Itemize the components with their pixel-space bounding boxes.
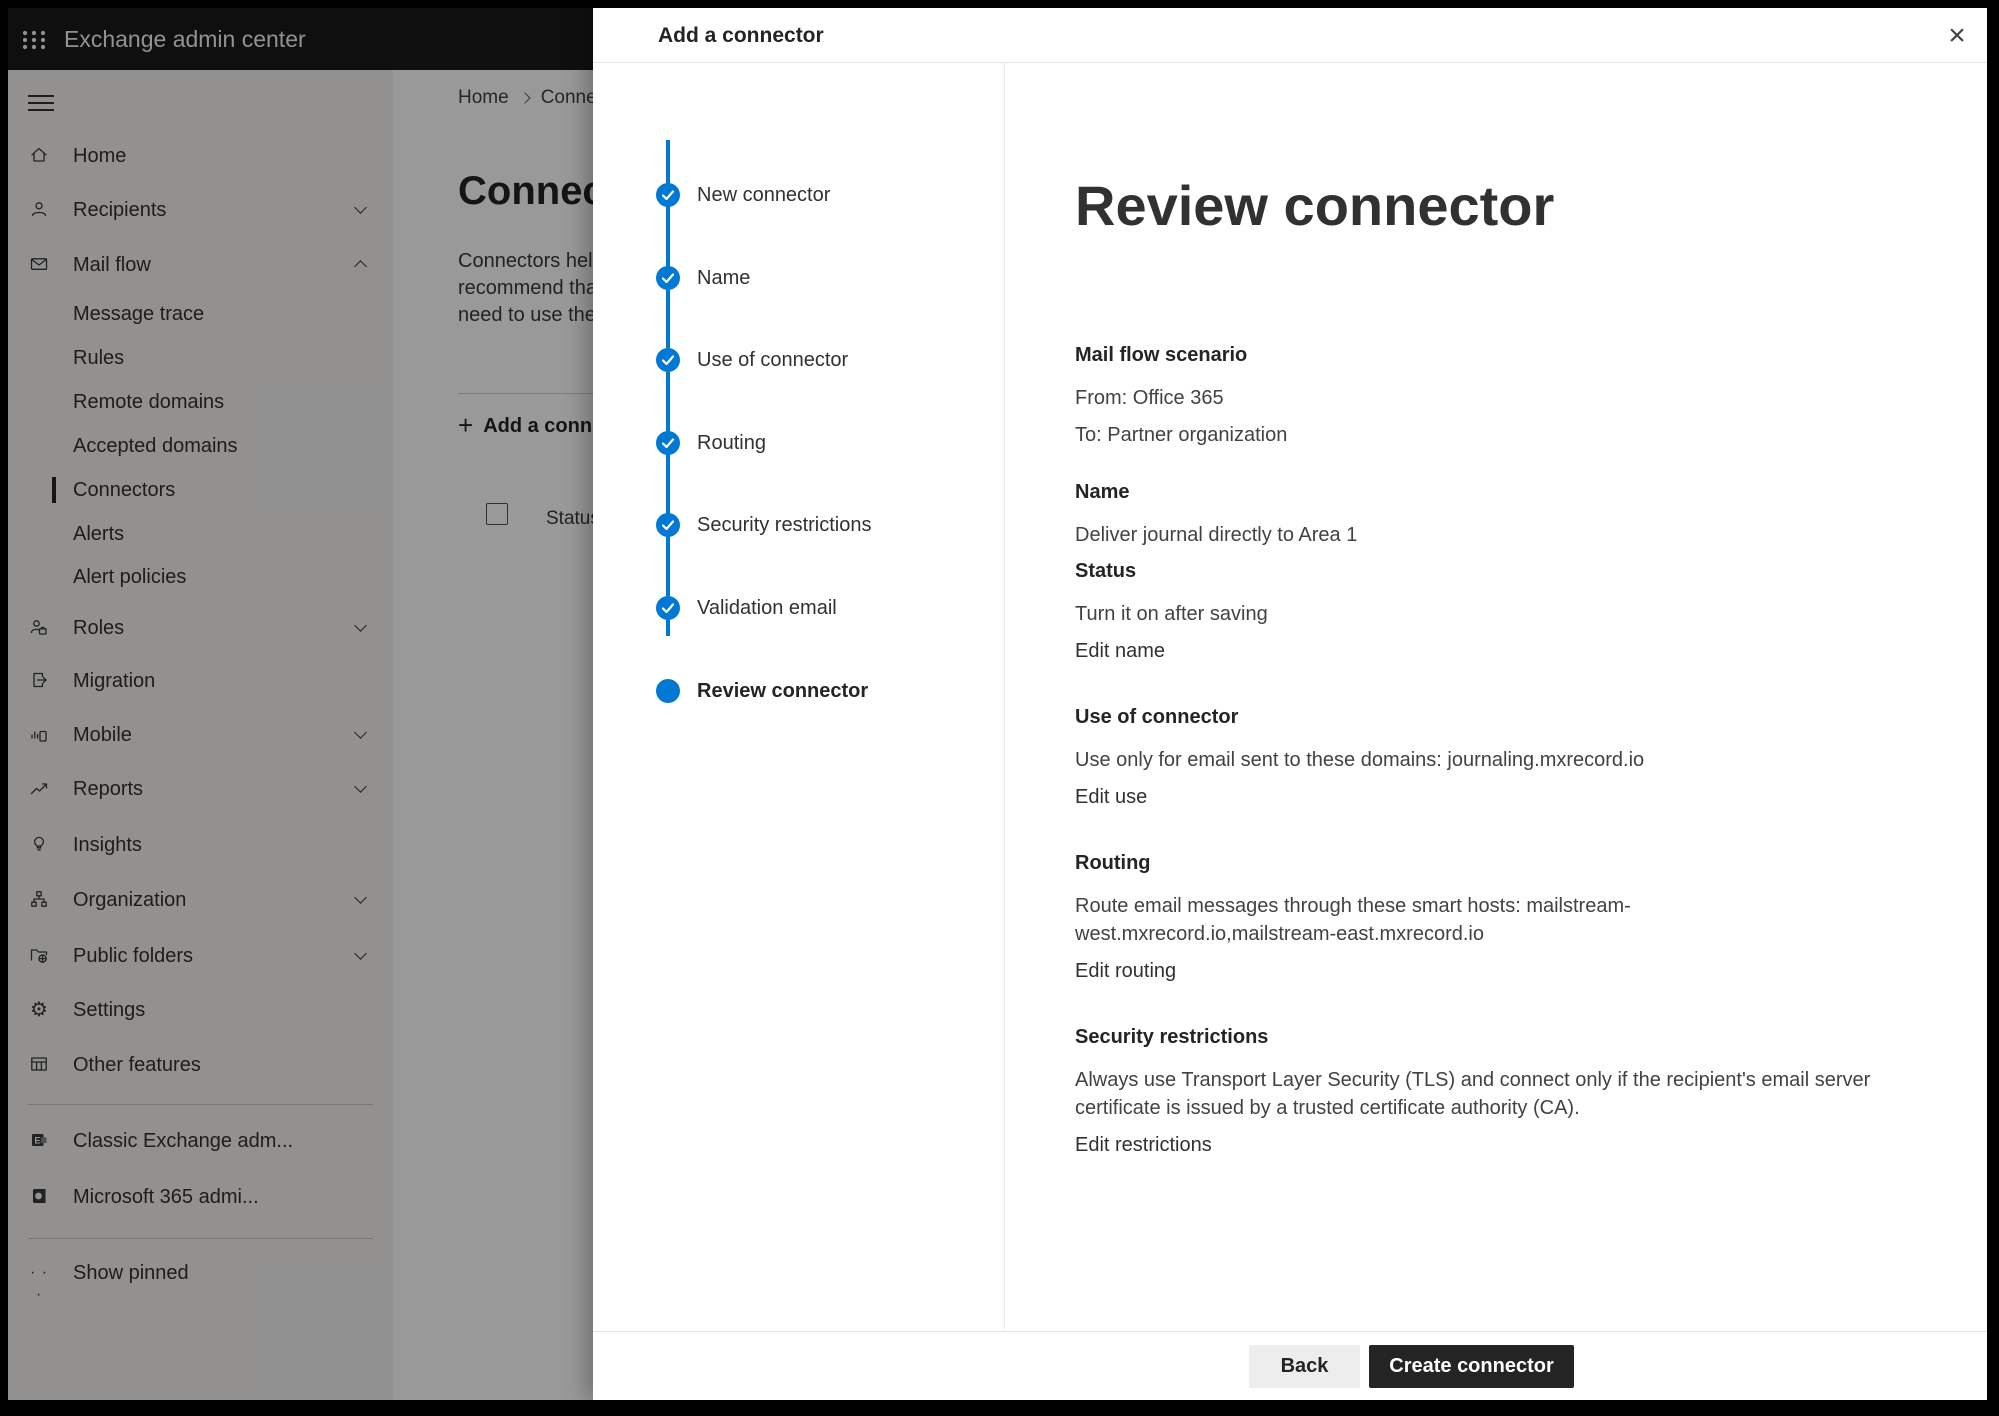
security-restrictions-value: Always use Transport Layer Security (TLS… <box>1075 1066 1885 1122</box>
step-routing[interactable]: Routing <box>593 430 1005 456</box>
app-window: Exchange admin center Home Recipients Ma… <box>8 8 1987 1400</box>
status-value: Turn it on after saving <box>1075 600 1885 628</box>
step-completed-icon <box>656 266 680 290</box>
edit-use-link[interactable]: Edit use <box>1075 783 1147 811</box>
review-heading: Review connector <box>1075 174 1885 238</box>
step-completed-icon <box>656 431 680 455</box>
step-connector-line <box>666 140 670 636</box>
section-title-name: Name <box>1075 479 1885 505</box>
section-title-status: Status <box>1075 558 1885 584</box>
modal-title: Add a connector <box>658 8 824 63</box>
edit-name-link[interactable]: Edit name <box>1075 637 1165 665</box>
step-completed-icon <box>656 348 680 372</box>
step-completed-icon <box>656 596 680 620</box>
section-title-use-of-connector: Use of connector <box>1075 704 1885 730</box>
mail-flow-from: From: Office 365 <box>1075 384 1885 412</box>
modal-header: Add a connector × <box>593 8 1987 63</box>
section-title-mail-flow-scenario: Mail flow scenario <box>1075 342 1885 368</box>
add-connector-modal: Add a connector × New connector Name Use… <box>593 8 1987 1400</box>
step-review-connector[interactable]: Review connector <box>593 678 1005 704</box>
edit-routing-link[interactable]: Edit routing <box>1075 957 1176 985</box>
step-current-icon <box>656 679 680 703</box>
close-icon[interactable]: × <box>1935 18 1979 54</box>
step-name[interactable]: Name <box>593 265 1005 291</box>
modal-dim-overlay <box>8 8 593 1400</box>
connector-name-value: Deliver journal directly to Area 1 <box>1075 521 1885 549</box>
back-button[interactable]: Back <box>1249 1345 1360 1388</box>
step-completed-icon <box>656 183 680 207</box>
modal-footer: Back Create connector <box>593 1331 1987 1400</box>
step-use-of-connector[interactable]: Use of connector <box>593 347 1005 373</box>
edit-restrictions-link[interactable]: Edit restrictions <box>1075 1131 1212 1159</box>
section-title-security-restrictions: Security restrictions <box>1075 1024 1885 1050</box>
section-title-routing: Routing <box>1075 850 1885 876</box>
mail-flow-to: To: Partner organization <box>1075 421 1885 449</box>
use-of-connector-value: Use only for email sent to these domains… <box>1075 746 1885 774</box>
step-validation-email[interactable]: Validation email <box>593 595 1005 621</box>
routing-value: Route email messages through these smart… <box>1075 892 1885 948</box>
step-new-connector[interactable]: New connector <box>593 182 1005 208</box>
step-security-restrictions[interactable]: Security restrictions <box>593 512 1005 538</box>
step-completed-icon <box>656 513 680 537</box>
wizard-step-nav: New connector Name Use of connector Rout… <box>593 63 1005 1331</box>
review-panel: Review connector Mail flow scenario From… <box>1075 174 1885 1168</box>
create-connector-button[interactable]: Create connector <box>1369 1345 1574 1388</box>
